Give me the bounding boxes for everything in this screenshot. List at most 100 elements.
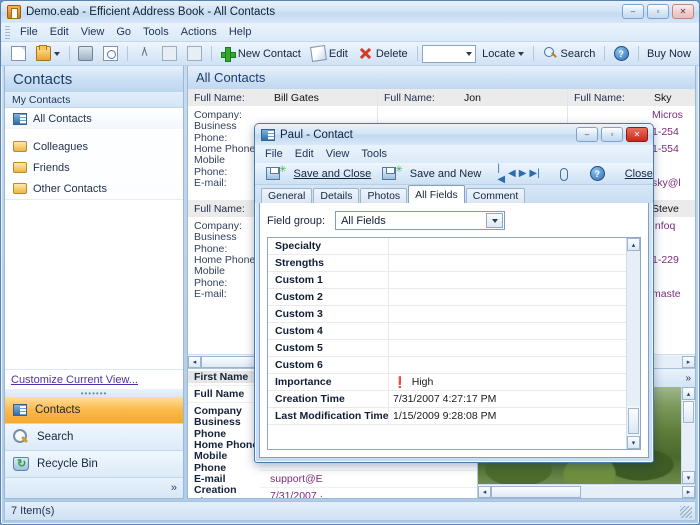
photo-horizontal-scrollbar[interactable]: ◂ ▸ (478, 484, 695, 498)
dialog-maximize-button[interactable]: ▫ (601, 127, 623, 142)
scroll-thumb[interactable] (683, 401, 694, 423)
scroll-thumb[interactable] (491, 485, 581, 498)
scroll-track[interactable] (627, 251, 640, 406)
sidebar-item-friends[interactable]: Friends (5, 157, 183, 178)
dialog-minimize-button[interactable]: – (576, 127, 598, 142)
nav-button-search[interactable]: Search (5, 424, 183, 451)
chevron-down-icon[interactable] (486, 213, 504, 228)
sidebar-item-colleagues[interactable]: Colleagues (5, 136, 183, 157)
card-row: Full Name: Bill Gates (188, 89, 377, 106)
menu-go[interactable]: Go (110, 24, 137, 40)
dialog-help-button[interactable]: ? (586, 164, 609, 184)
dialog-menu-edit[interactable]: Edit (289, 146, 320, 162)
scroll-track[interactable] (581, 485, 682, 498)
menu-file[interactable]: File (14, 24, 44, 40)
print-preview-button[interactable] (99, 44, 122, 64)
menubar-grip[interactable] (5, 25, 10, 39)
tab-general[interactable]: General (261, 188, 313, 203)
scroll-track[interactable] (682, 424, 695, 471)
dialog-menu-view[interactable]: View (320, 146, 356, 162)
field-value[interactable] (388, 238, 626, 254)
last-record-button[interactable]: ▶| (529, 166, 539, 181)
scroll-down-arrow[interactable]: ▾ (682, 471, 695, 484)
nav-button-contacts[interactable]: Contacts (5, 397, 183, 424)
chevron-down-icon[interactable] (54, 51, 60, 56)
fields-vertical-scrollbar[interactable]: ▴ ▾ (626, 238, 640, 449)
photo-vertical-scrollbar[interactable]: ▴ ▾ (681, 387, 695, 484)
scroll-left-arrow[interactable]: ◂ (478, 485, 491, 498)
field-value[interactable]: 1/15/2009 9:28:08 PM (388, 408, 626, 424)
paste-button[interactable] (183, 44, 206, 64)
sidebar-item-other-contacts[interactable]: Other Contacts (5, 178, 183, 199)
new-contact-button[interactable]: New Contact (216, 44, 305, 64)
fields-grid[interactable]: Specialty Strengths Custom 1 Custom 2 Cu… (268, 238, 626, 449)
field-value-importance[interactable]: ❗ High (388, 374, 626, 390)
scroll-thumb[interactable] (628, 408, 639, 434)
nav-button-recycle-bin[interactable]: Recycle Bin (5, 451, 183, 478)
field-group-select[interactable]: All Fields (335, 211, 506, 230)
field-value[interactable] (388, 272, 626, 288)
tab-details[interactable]: Details (313, 188, 360, 203)
scroll-up-arrow[interactable]: ▴ (627, 238, 640, 251)
locate-input[interactable] (421, 44, 477, 63)
scroll-right-arrow[interactable]: ▸ (682, 355, 695, 368)
menu-view[interactable]: View (75, 24, 111, 40)
cut-button[interactable] (133, 44, 156, 64)
close-button[interactable]: ✕ (672, 4, 694, 19)
field-value[interactable] (388, 306, 626, 322)
resize-grip[interactable] (680, 506, 692, 518)
photo-expand-button[interactable]: » (685, 373, 691, 384)
customize-current-view-link[interactable]: Customize Current View... (5, 369, 183, 389)
save-and-new-button[interactable]: ✳ Save and New (378, 164, 485, 184)
edit-contact-button[interactable]: Edit (307, 44, 352, 64)
chevron-down-icon[interactable] (466, 51, 473, 56)
menu-tools[interactable]: Tools (137, 24, 175, 40)
scroll-right-arrow[interactable]: ▸ (682, 485, 695, 498)
chevron-down-icon[interactable] (518, 51, 525, 56)
menu-edit[interactable]: Edit (44, 24, 75, 40)
field-value[interactable] (388, 289, 626, 305)
scroll-down-arrow[interactable]: ▾ (627, 436, 640, 449)
first-record-button[interactable]: |◀ (497, 163, 505, 185)
sidebar-expand-button[interactable]: » (5, 478, 183, 498)
menu-actions[interactable]: Actions (175, 24, 223, 40)
dialog-menu-tools[interactable]: Tools (355, 146, 393, 162)
scroll-left-arrow[interactable]: ◂ (188, 355, 201, 368)
search-button[interactable]: Search (539, 44, 600, 64)
attach-button[interactable] (552, 164, 574, 184)
open-file-button[interactable] (32, 44, 64, 64)
tab-photos[interactable]: Photos (360, 188, 408, 203)
buy-now-button[interactable]: Buy Now (643, 44, 695, 64)
tab-all-fields[interactable]: All Fields (408, 185, 465, 203)
field-value[interactable] (388, 340, 626, 356)
field-name: Last Modification Time (275, 410, 388, 422)
new-file-button[interactable] (7, 44, 30, 64)
print-button[interactable] (74, 44, 97, 64)
help-button[interactable]: ? (610, 44, 633, 64)
scroll-up-arrow[interactable]: ▴ (682, 387, 695, 400)
copy-button[interactable] (158, 44, 181, 64)
detail-value: 7/31/2007 · (270, 490, 324, 498)
field-value[interactable] (388, 323, 626, 339)
save-and-close-button[interactable]: ✳ Save and Close (262, 164, 375, 184)
next-record-button[interactable]: ▶ (519, 166, 527, 181)
sidebar-splitter[interactable]: ••••••• (5, 389, 183, 398)
contact-card[interactable]: Full Name: Jon (378, 89, 567, 106)
dialog-close-button[interactable]: ✕ (626, 127, 648, 142)
field-value[interactable]: 7/31/2007 4:27:17 PM (388, 391, 626, 407)
previous-record-button[interactable]: ◀ (508, 166, 516, 181)
locate-button[interactable]: Locate (478, 44, 528, 64)
field-name: Custom 4 (275, 325, 323, 337)
field-value[interactable] (388, 357, 626, 373)
importance-value: High (411, 376, 434, 388)
dialog-close-toolbar-button[interactable]: Close (621, 164, 657, 184)
tab-comment[interactable]: Comment (465, 188, 526, 203)
field-value[interactable] (388, 255, 626, 271)
delete-contact-button[interactable]: Delete (354, 44, 412, 64)
menu-help[interactable]: Help (223, 24, 258, 40)
contact-dialog: Paul - Contact – ▫ ✕ File Edit View Tool… (254, 123, 654, 463)
sidebar-item-all-contacts[interactable]: All Contacts (5, 108, 183, 129)
maximize-button[interactable]: ▫ (647, 4, 669, 19)
minimize-button[interactable]: – (622, 4, 644, 19)
dialog-menu-file[interactable]: File (259, 146, 289, 162)
